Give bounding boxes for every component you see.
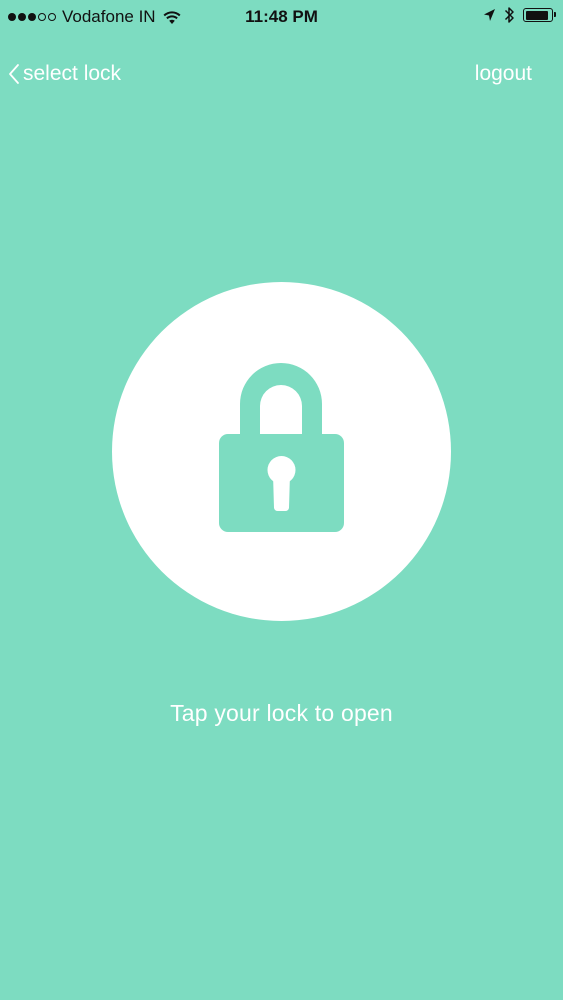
back-button-label: select lock <box>23 62 122 85</box>
battery-level <box>525 10 548 20</box>
lock-screen: Vodafone IN 11:48 PM select lock logout … <box>0 0 563 1000</box>
padlock-icon <box>219 363 344 532</box>
location-arrow-icon <box>484 9 495 21</box>
status-bar: Vodafone IN 11:48 PM <box>0 0 563 34</box>
chevron-left-icon <box>9 64 19 84</box>
bluetooth-icon <box>504 7 514 23</box>
unlock-hint: Tap your lock to open <box>170 700 393 726</box>
status-time: 11:48 PM <box>245 7 318 26</box>
unlock-button[interactable] <box>112 282 451 621</box>
back-button[interactable]: select lock <box>8 62 121 86</box>
logout-button[interactable]: logout <box>475 62 532 86</box>
battery-icon <box>523 8 556 22</box>
nav-bar: select lock logout <box>0 56 563 96</box>
status-right <box>483 6 556 24</box>
